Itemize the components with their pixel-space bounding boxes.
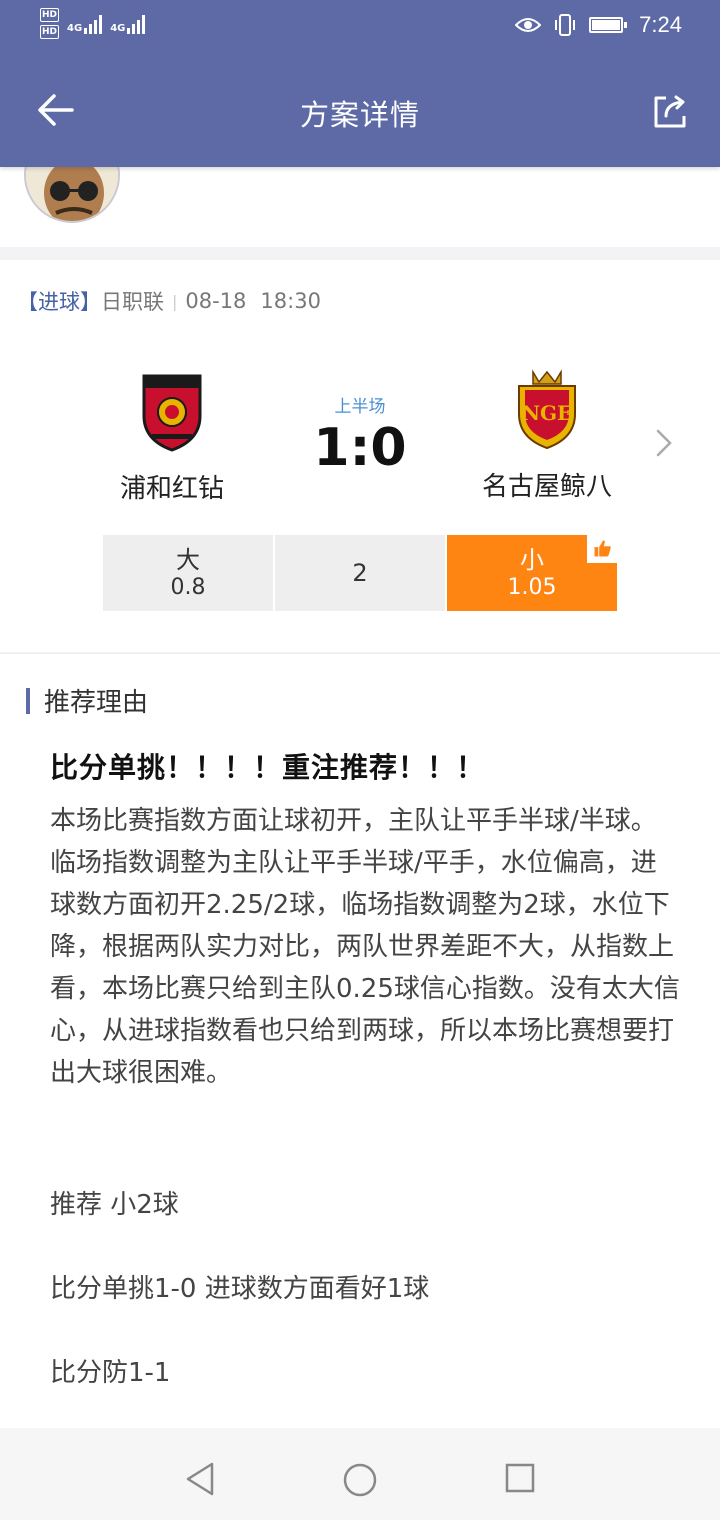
odds-over-value: 0.8 — [170, 575, 206, 600]
odds-line-value: 2 — [352, 559, 368, 587]
divider: | — [172, 291, 178, 311]
match-card[interactable]: 【进球】 日职联 | 08-18 18:30 浦和红钻 上半场 1:0 NGE … — [0, 260, 720, 652]
score-pick-line: 比分单挑1-0 进球数方面看好1球 — [50, 1274, 430, 1304]
avatar[interactable] — [24, 167, 120, 223]
eye-icon — [515, 18, 542, 32]
section-accent-bar — [26, 687, 30, 714]
league-name: 日职联 — [101, 290, 164, 314]
recommend-line: 推荐 小2球 — [50, 1190, 179, 1220]
away-team-name: 名古屋鲸八 — [481, 472, 612, 502]
reason-headline: 比分单挑！！！！重注推荐！！！ — [50, 751, 486, 784]
hd-badge: HD — [40, 8, 60, 22]
app-header: HD HD 4G 4G 7:24 方案详情 — [0, 0, 720, 167]
vibrate-icon — [555, 14, 576, 36]
nav-back-icon[interactable] — [184, 1462, 216, 1496]
hd-badge: HD — [40, 25, 60, 39]
reason-body: 本场比赛指数方面让球初开，主队让平手半球/半球。临场指数调整为主队让平手半球/平… — [50, 806, 680, 1088]
share-icon[interactable] — [652, 94, 688, 130]
nagoya-grampus-logo-icon: NGE — [518, 369, 576, 450]
battery-icon — [589, 15, 628, 35]
clock: 7:24 — [639, 12, 682, 37]
signal-bars-icon — [127, 14, 146, 34]
section-title: 推荐理由 — [44, 688, 149, 718]
avatar-portrait-icon — [26, 167, 118, 221]
svg-text:NGE: NGE — [522, 401, 573, 425]
system-nav-bar — [0, 1428, 720, 1520]
nav-bar: 方案详情 — [0, 56, 720, 167]
network-label: 4G — [67, 23, 83, 34]
signal-4g-2: 4G — [110, 14, 146, 34]
reason-card: 推荐理由 比分单挑！！！！重注推荐！！！ 本场比赛指数方面让球初开，主队让平手半… — [0, 653, 720, 1428]
odds-line: 2 — [275, 535, 445, 611]
signal-area: HD HD 4G 4G — [40, 8, 146, 39]
score-hedge-line: 比分防1-1 — [50, 1358, 171, 1388]
author-card — [0, 167, 720, 247]
nav-recents-icon[interactable] — [504, 1462, 536, 1494]
match-meta: 【进球】 日职联 | 08-18 18:30 — [17, 286, 321, 316]
away-team: NGE 名古屋鲸八 — [447, 368, 647, 503]
match-time: 18:30 — [260, 289, 321, 313]
hd-badges: HD HD — [40, 8, 60, 39]
network-label: 4G — [110, 23, 126, 34]
odds-under-value: 1.05 — [507, 575, 557, 600]
odds-over-label: 大 — [176, 546, 200, 574]
odds-selector: 大 0.8 2 小 1.05 — [103, 535, 617, 611]
odds-under[interactable]: 小 1.05 — [447, 535, 617, 611]
signal-bars-icon — [84, 14, 103, 34]
section-header: 推荐理由 — [26, 682, 148, 719]
signal-4g-1: 4G — [67, 14, 103, 34]
chevron-right-icon[interactable] — [654, 428, 674, 458]
nav-home-icon[interactable] — [342, 1462, 378, 1498]
thumbs-up-icon — [585, 535, 617, 565]
page-title: 方案详情 — [299, 98, 420, 132]
match-date: 08-18 — [185, 289, 247, 313]
status-icons: 7:24 — [515, 12, 682, 38]
category-tag: 【进球】 — [17, 290, 101, 314]
odds-over[interactable]: 大 0.8 — [103, 535, 273, 611]
status-bar: HD HD 4G 4G 7:24 — [0, 0, 720, 56]
